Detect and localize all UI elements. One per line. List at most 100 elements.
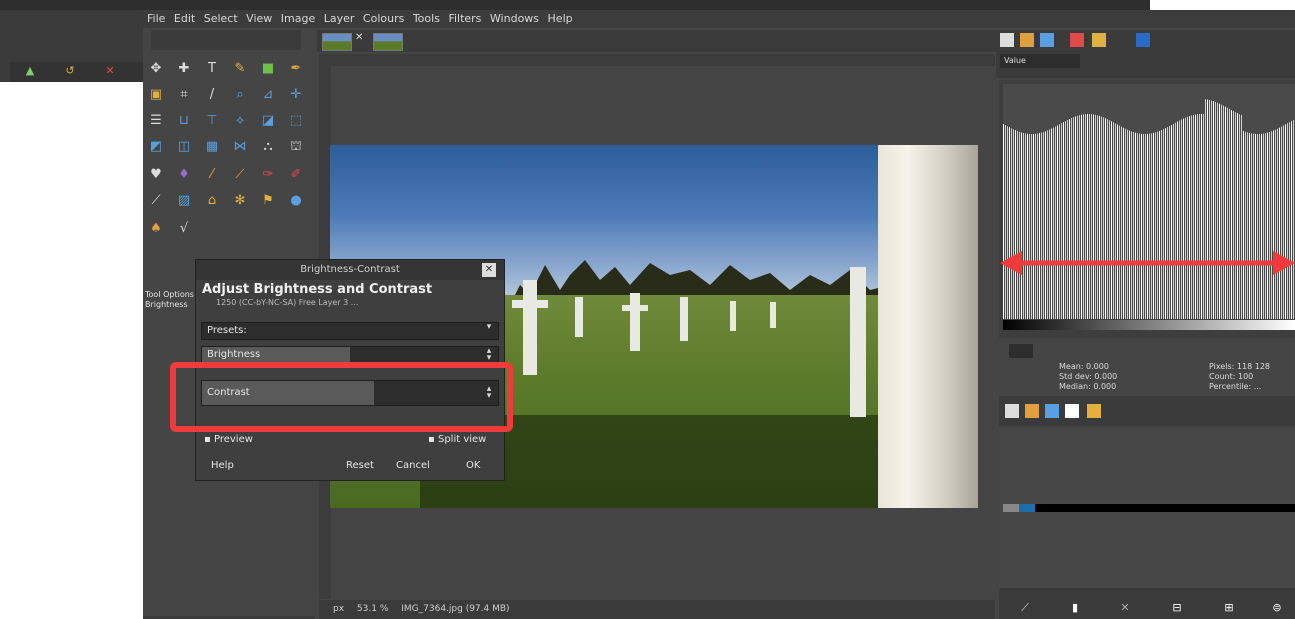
airbrush-icon[interactable]: ⟋: [231, 166, 249, 184]
histogram-bar: [1187, 116, 1188, 319]
brightness-spin-icon[interactable]: ▴ ▾: [482, 347, 496, 363]
ink-tool-icon[interactable]: ✑: [259, 166, 277, 184]
histogram-bar: [1055, 126, 1056, 319]
presets-field[interactable]: Presets: ▾: [201, 322, 499, 340]
status-unit[interactable]: px: [333, 604, 344, 614]
bucket-fill-icon[interactable]: ♥: [147, 166, 165, 184]
histogram-bar: [1271, 131, 1272, 319]
delete-brush-icon[interactable]: ⊟: [1171, 602, 1183, 614]
clone-tool-icon[interactable]: ⟋: [147, 192, 165, 210]
menu-layer[interactable]: Layer: [324, 12, 355, 25]
menu-tools[interactable]: Tools: [413, 12, 440, 25]
shear-tool-icon[interactable]: ⊤: [203, 112, 221, 130]
dialog-close-icon[interactable]: ✕: [482, 263, 496, 277]
menu-select[interactable]: Select: [204, 12, 238, 25]
status-zoom[interactable]: 53.1 %: [357, 604, 388, 614]
menu-bar: File Edit Select View Image Layer Colour…: [143, 10, 1295, 28]
menu-windows[interactable]: Windows: [490, 12, 539, 25]
path-select-icon[interactable]: √: [175, 220, 193, 238]
histogram-bar: [1291, 121, 1292, 319]
measure-tool-icon[interactable]: ⊿: [259, 86, 277, 104]
ok-button[interactable]: OK: [466, 456, 480, 476]
new-brush-icon[interactable]: ▮: [1069, 602, 1081, 614]
perspective-clone-icon[interactable]: ⌂: [203, 192, 221, 210]
open-brush-icon[interactable]: ⊜: [1271, 602, 1283, 614]
wand-tool-icon[interactable]: ✎: [231, 60, 249, 78]
dock-tab-icon[interactable]: [1000, 33, 1014, 47]
photo-cross: [850, 267, 866, 417]
image-tab-thumbnail-2[interactable]: [373, 33, 403, 51]
histogram-bar: [1011, 128, 1012, 319]
brush-preview: [1019, 504, 1035, 512]
picker-tool-icon[interactable]: ●: [287, 192, 305, 210]
flip-tool-icon[interactable]: ◪: [259, 112, 277, 130]
histogram-bar: [1015, 130, 1016, 319]
dodge-tool-icon[interactable]: ⚑: [259, 192, 277, 210]
menu-colours[interactable]: Colours: [363, 12, 404, 25]
undo-tab-icon[interactable]: [1065, 404, 1079, 418]
zoom-tool-icon[interactable]: ⌕: [231, 86, 249, 104]
cage-tool-icon[interactable]: ⬚: [287, 112, 305, 130]
warp-tool-icon[interactable]: ◩: [147, 138, 165, 156]
paths-tab-icon[interactable]: [1045, 404, 1059, 418]
histogram-range-handle[interactable]: [1009, 344, 1033, 358]
menu-file[interactable]: File: [147, 12, 165, 25]
close-icon[interactable]: ✕: [104, 65, 116, 77]
dock-tab-icon[interactable]: [1020, 33, 1034, 47]
help-button[interactable]: Help: [211, 456, 234, 476]
preview-checkbox[interactable]: ▪ Preview: [204, 434, 253, 445]
rotate-tool-icon[interactable]: ⊔: [175, 112, 193, 130]
dock-tab-icon[interactable]: [1040, 33, 1054, 47]
menu-help[interactable]: Help: [548, 12, 573, 25]
blend-tool-icon[interactable]: ♦: [175, 166, 193, 184]
layers-tab-icon[interactable]: [1005, 404, 1019, 418]
histogram-bar: [1041, 132, 1042, 319]
menu-edit[interactable]: Edit: [174, 12, 195, 25]
heal-tool-icon[interactable]: ▨: [175, 192, 193, 210]
pencil-tool-icon[interactable]: /: [203, 86, 221, 104]
refresh-brush-icon[interactable]: ⊞: [1223, 602, 1235, 614]
rect-select-icon[interactable]: ▣: [147, 86, 165, 104]
tab-close-icon[interactable]: ✕: [355, 32, 363, 43]
menu-filters[interactable]: Filters: [448, 12, 481, 25]
brushes-tab-icon[interactable]: [1087, 404, 1101, 418]
menu-image[interactable]: Image: [281, 12, 315, 25]
cancel-button[interactable]: Cancel: [396, 456, 430, 476]
histogram-bar: [1201, 114, 1202, 319]
color-picker-icon[interactable]: ♠: [147, 220, 165, 238]
eraser-icon[interactable]: ✐: [287, 166, 305, 184]
perspective-tool-icon[interactable]: ⟡: [231, 112, 249, 130]
reset-button[interactable]: Reset: [346, 456, 374, 476]
text-tool-icon[interactable]: T: [203, 60, 221, 78]
fuzzy-select-icon[interactable]: ⛬: [259, 138, 277, 156]
free-select-icon[interactable]: ⋈: [231, 138, 249, 156]
edit-brush-icon[interactable]: ⟋: [1019, 602, 1031, 614]
move-tool-icon[interactable]: ✥: [147, 60, 165, 78]
histogram-bar: [1237, 113, 1238, 319]
ellipse-select-icon[interactable]: ☰: [147, 112, 165, 130]
align-tool-icon[interactable]: ✚: [175, 60, 193, 78]
duplicate-brush-icon[interactable]: ✕: [1119, 602, 1131, 614]
handle-tool-icon[interactable]: ◫: [175, 138, 193, 156]
histogram-tab-icon[interactable]: [1136, 33, 1150, 47]
histogram-channel-select[interactable]: Value: [1000, 54, 1080, 68]
home-icon[interactable]: ▲: [24, 65, 36, 77]
presets-dropdown-icon[interactable]: ▾: [482, 323, 496, 338]
crop-tool-icon[interactable]: ⌗: [175, 86, 193, 104]
channels-tab-icon[interactable]: [1025, 404, 1039, 418]
dock-tab-icon[interactable]: [1070, 33, 1084, 47]
histogram-bar: [1227, 107, 1228, 319]
image-tab-thumbnail[interactable]: [322, 33, 352, 51]
unified-transform-icon[interactable]: ▦: [203, 138, 221, 156]
menu-view[interactable]: View: [246, 12, 272, 25]
foreground-select-icon[interactable]: ⛫: [287, 138, 305, 156]
paint-tool-icon[interactable]: ■: [259, 60, 277, 78]
histogram-bar: [1283, 125, 1284, 319]
paintbrush-icon[interactable]: ⁄: [203, 166, 221, 184]
smudge-tool-icon[interactable]: ✻: [231, 192, 249, 210]
undo-icon[interactable]: ↺: [64, 65, 76, 77]
scale-tool-icon[interactable]: ✛: [287, 86, 305, 104]
split-view-checkbox[interactable]: ▪ Split view: [428, 434, 486, 445]
path-tool-icon[interactable]: ✒: [287, 60, 305, 78]
dock-tab-icon[interactable]: [1092, 33, 1106, 47]
